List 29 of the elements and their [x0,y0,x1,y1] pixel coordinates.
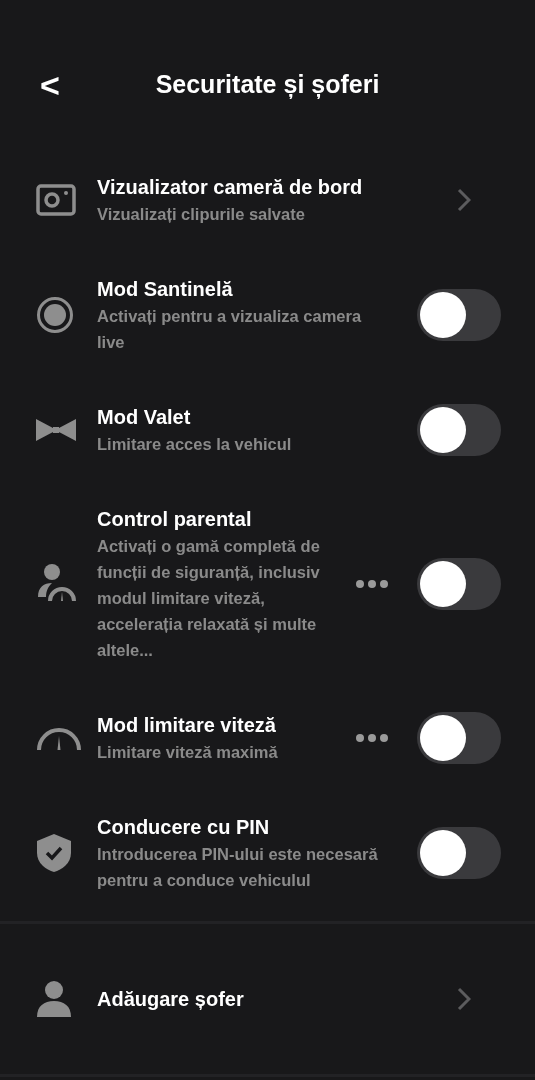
person-icon [36,980,72,1018]
setting-title: Mod Valet [97,405,192,430]
page-title: Securitate și șoferi [155,69,380,101]
record-icon [36,296,74,334]
more-icon[interactable] [355,579,389,589]
setting-title: Mod limitare viteză [97,713,277,738]
setting-title: Mod Santinelă [97,277,234,302]
camera-icon [36,184,76,216]
setting-description: Limitare acces la vehicul [97,434,293,455]
add-driver-label[interactable]: Adăugare șofer [97,984,417,1014]
setting-description: Activați o gamă completă de funcții de siguranță, inclusiv modul limitare viteză, accelerația relaxată și multe altele... [97,536,321,661]
setting-title: Control parental [97,507,253,532]
setting-title: Conducere cu PIN [97,815,271,840]
chevron-right-icon [457,987,471,1011]
setting-title: Vizualizator cameră de bord [97,175,364,200]
setting-description: Activați pentru a vizualiza camera live [97,306,363,353]
bow-tie-icon [36,419,76,441]
toggle-switch[interactable] [417,712,501,764]
toggle-switch[interactable] [417,289,501,341]
toggle-switch[interactable] [417,827,501,879]
chevron-right-icon [457,188,471,212]
setting-description: Introducerea PIN-ului este necesară pentru a conduce vehiculul [97,844,379,891]
more-icon[interactable] [355,733,389,743]
toggle-switch[interactable] [417,558,501,610]
shield-check-icon [36,833,72,873]
toggle-switch[interactable] [417,404,501,456]
setting-description: Limitare viteză maximă [97,742,279,763]
setting-description: Vizualizați clipurile salvate [97,204,306,225]
back-button[interactable]: < [40,68,60,102]
